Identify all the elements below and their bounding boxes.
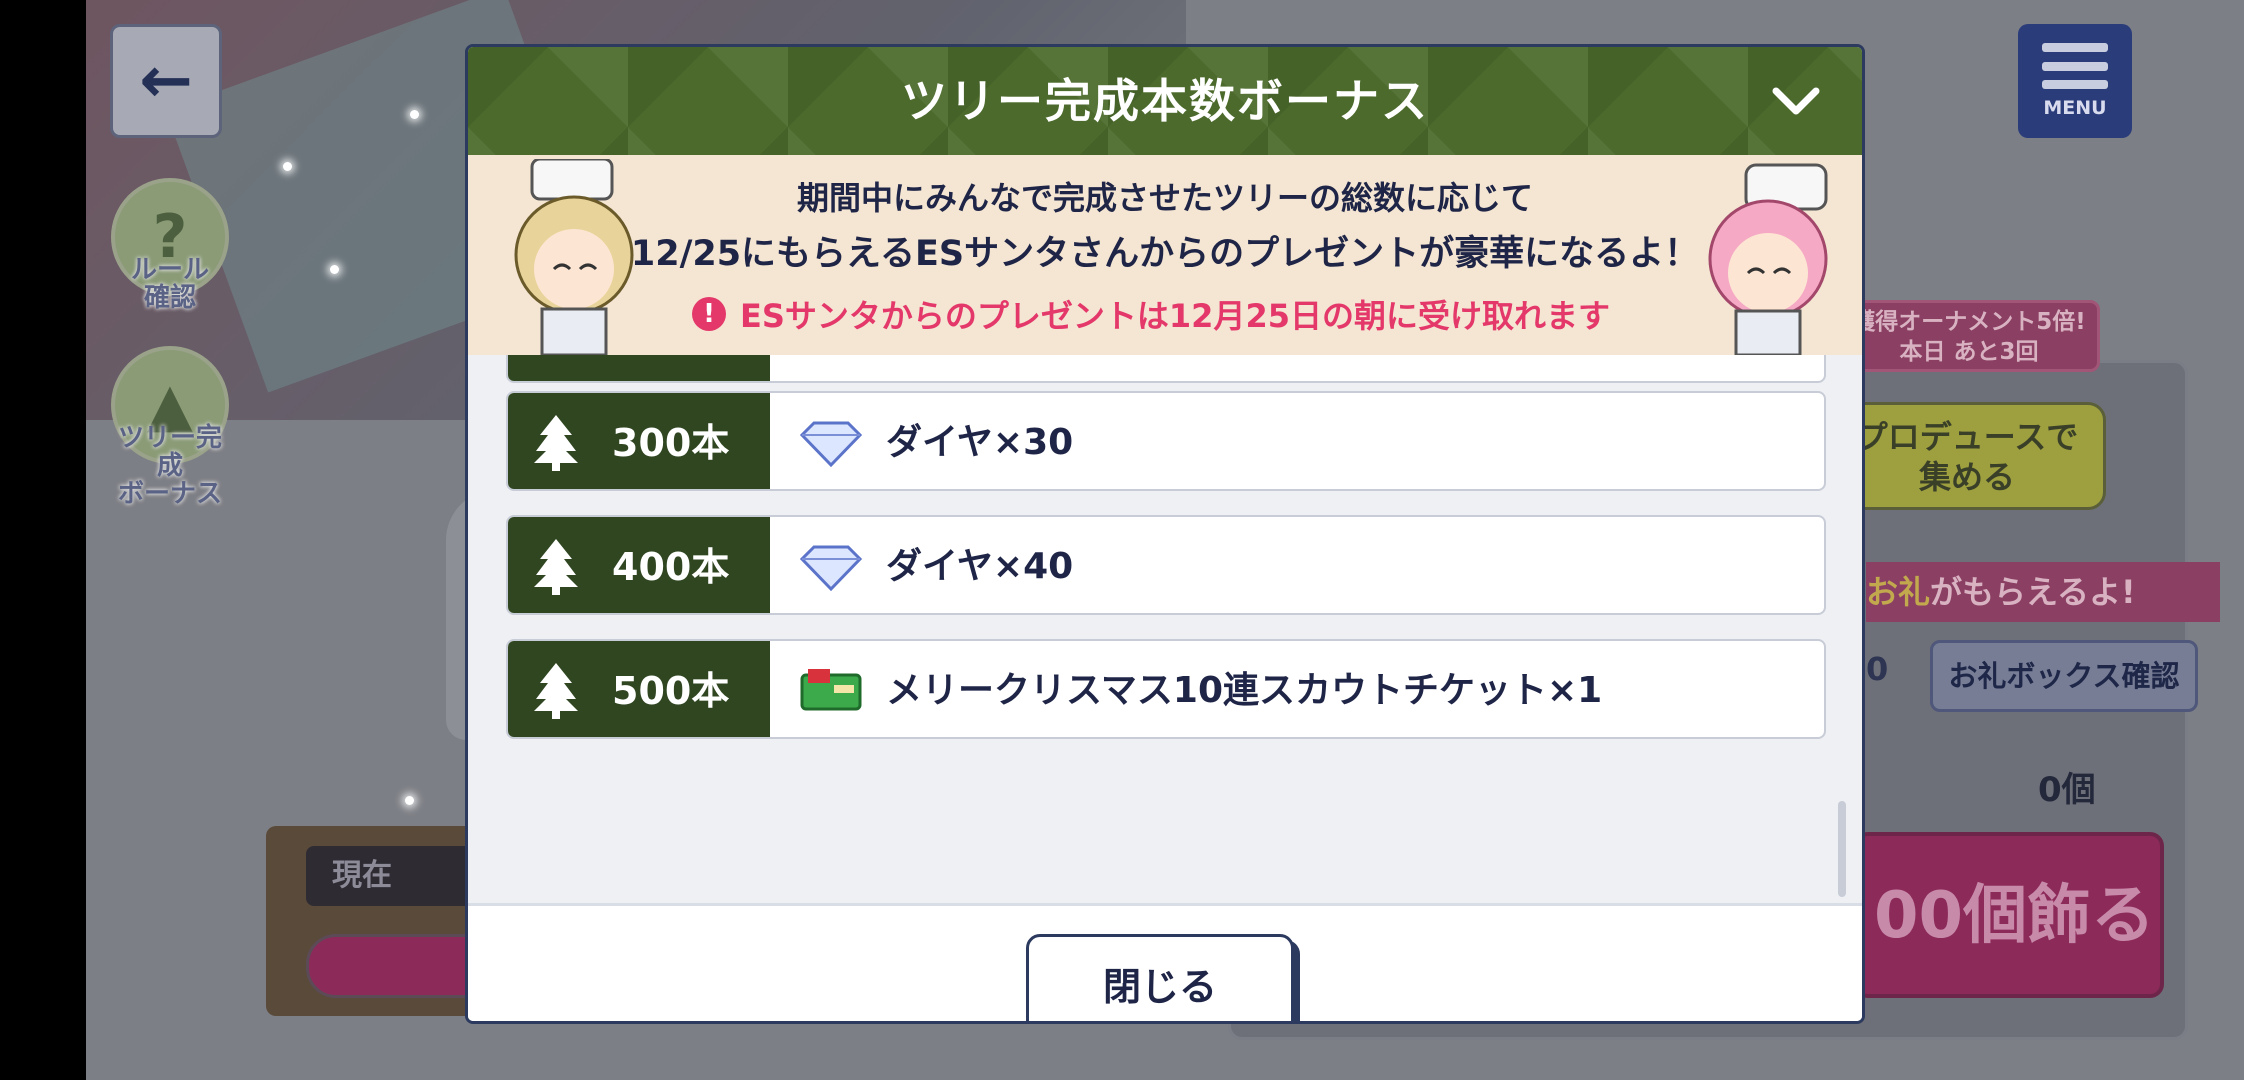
sparkle-decoration (410, 110, 419, 119)
close-button[interactable]: 閉じる (1026, 934, 1294, 1021)
tree-bonus-label: ツリー完成 ボーナス (117, 423, 222, 509)
reward-count-tag (508, 355, 770, 381)
decorate-button[interactable]: 00個飾る (1854, 832, 2164, 998)
sparkle-decoration (405, 796, 414, 805)
tree-icon (534, 539, 578, 595)
reward-count-tag: 400本 (508, 517, 770, 613)
reward-count-tag: 500本 (508, 641, 770, 737)
tree-icon (534, 663, 578, 719)
tree-icon (534, 415, 578, 471)
hamburger-icon (2042, 43, 2108, 89)
reward-count: 500本 (612, 669, 730, 713)
ofuda-box-button[interactable]: お礼ボックス確認 (1930, 640, 2198, 712)
diamond-icon (800, 545, 862, 591)
exclamation-icon: ! (692, 297, 726, 331)
warning-text: ESサンタからのプレゼントは12月25日の朝に受け取れます (740, 297, 1610, 335)
reward-count: 400本 (612, 545, 730, 589)
produce-collect-button[interactable]: プロデュースで 集める (1828, 402, 2106, 510)
ornament-badge-line1: 獲得オーナメント5倍! (1852, 309, 2086, 335)
menu-label: MENU (2043, 97, 2107, 119)
tree-bonus-dialog: ツリー完成本数ボーナス 期間中にみんなで完成させたツリーの総数に応じて 12/2… (465, 44, 1865, 1024)
rule-check-label: ルール 確認 (130, 255, 209, 313)
reward-row: 400本 ダイヤ×40 (506, 515, 1826, 615)
reward-row-partial (506, 355, 1826, 383)
current-label: 現在 (306, 846, 476, 906)
ticket-icon (800, 669, 862, 711)
reward-count: 300本 (612, 421, 730, 465)
ofuda-count: 0 (1866, 650, 1889, 688)
info-banner: 期間中にみんなで完成させたツリーの総数に応じて 12/25にもらえるESサンタさ… (468, 155, 1862, 355)
ofuda-notice-prefix: お礼 (1866, 573, 1931, 611)
item-count: 0個 (2038, 770, 2096, 810)
reward-row: 300本 ダイヤ×30 (506, 391, 1826, 491)
sparkle-decoration (283, 162, 292, 171)
ofuda-notice-suffix: がもらえるよ! (1930, 573, 2136, 611)
menu-button[interactable]: MENU (2018, 24, 2132, 138)
back-arrow-icon: ← (139, 44, 193, 118)
dialog-title: ツリー完成本数ボーナス (901, 74, 1429, 128)
sparkle-decoration (330, 265, 339, 274)
info-warning: ! ESサンタからのプレゼントは12月25日の朝に受け取れます (692, 291, 1610, 337)
tree-bonus-button[interactable]: ▲ ツリー完成 ボーナス (108, 346, 232, 508)
info-text-line1: 期間中にみんなで完成させたツリーの総数に応じて (796, 179, 1533, 217)
back-button[interactable]: ← (110, 24, 222, 138)
reward-list[interactable]: 300本 ダイヤ×30 400本 ダイヤ×40 500本 メリークリスマス10連… (468, 355, 1862, 903)
reward-label: ダイヤ×30 (886, 422, 1074, 463)
reward-count-tag: 300本 (508, 393, 770, 489)
info-text-line2: 12/25にもらえるESサンタさんからのプレゼントが豪華になるよ！ (630, 234, 1700, 274)
reward-row: 500本 メリークリスマス10連スカウトチケット×1 (506, 639, 1826, 739)
dialog-footer: 閉じる (468, 903, 1862, 1021)
scrollbar[interactable] (1838, 801, 1846, 897)
coin-icon (800, 355, 862, 359)
reward-label: メリークリスマス10連スカウトチケット×1 (886, 670, 1603, 711)
chevron-down-icon[interactable] (1766, 71, 1826, 131)
rule-check-button[interactable]: ? ルール 確認 (108, 178, 232, 312)
reward-label: ダイヤ×40 (886, 546, 1074, 587)
diamond-icon (800, 421, 862, 467)
ofuda-notice: お礼がもらえるよ! (1866, 562, 2220, 622)
ornament-bonus-badge: 獲得オーナメント5倍! 本日 あと3回 (1838, 300, 2100, 372)
ornament-badge-line2: 本日 あと3回 (1899, 339, 2039, 365)
